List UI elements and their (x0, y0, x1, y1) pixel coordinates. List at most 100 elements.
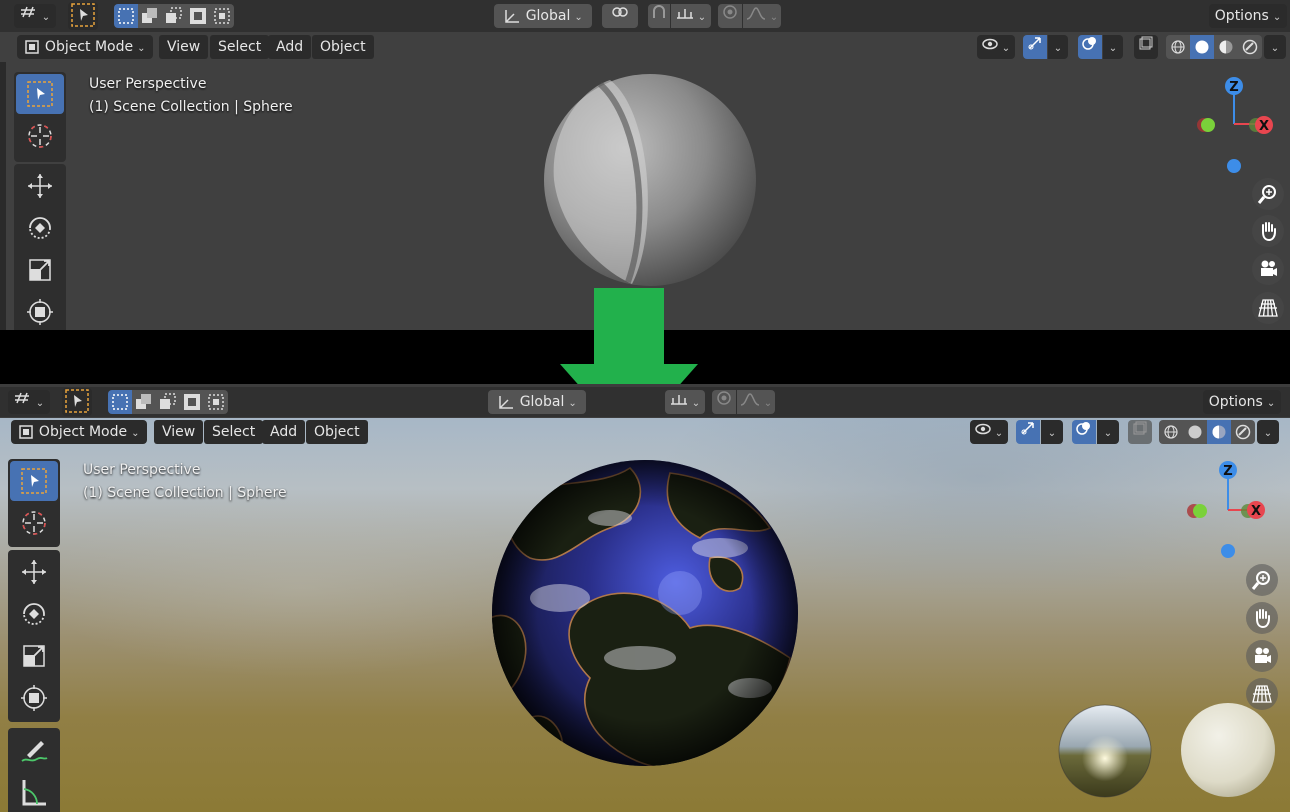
gizmo-toggle-button[interactable] (1023, 35, 1047, 59)
zoom-button[interactable] (1246, 564, 1278, 596)
transform-orientation-dropdown[interactable]: Global ⌄ (494, 4, 592, 28)
select-mode-set-button[interactable] (108, 390, 132, 414)
shading-material-button[interactable] (1214, 35, 1238, 59)
object-mode-dropdown[interactable]: Object Mode ⌄ (11, 420, 147, 444)
select-mode-extend-button[interactable] (138, 4, 162, 28)
tool-move[interactable] (10, 552, 58, 592)
falloff-dropdown[interactable]: ⌄ (743, 4, 781, 28)
pivot-point-dropdown[interactable] (602, 4, 638, 28)
overlays-toggle-button[interactable] (1072, 420, 1096, 444)
proportional-edit-button[interactable] (712, 390, 736, 414)
shading-solid-button[interactable] (1190, 35, 1214, 59)
shading-dropdown[interactable]: ⌄ (1264, 35, 1286, 59)
tool-cursor[interactable] (10, 503, 58, 543)
navigation-gizmo[interactable]: Z X (1190, 72, 1282, 182)
tool-rotate[interactable] (16, 208, 64, 248)
overlays-toggle-button[interactable] (1078, 35, 1102, 59)
select-mode-subtract-button[interactable] (156, 390, 180, 414)
visibility-dropdown[interactable]: ⌄ (970, 420, 1008, 444)
pan-button[interactable] (1252, 215, 1284, 247)
tool-scale[interactable] (10, 636, 58, 676)
axis-y-handle[interactable] (1201, 118, 1215, 132)
transform-orientation-dropdown[interactable]: Global ⌄ (488, 390, 586, 414)
camera-view-button[interactable] (1252, 253, 1284, 285)
options-dropdown[interactable]: Options ⌄ (1203, 390, 1281, 414)
select-mode-invert-button[interactable] (180, 390, 204, 414)
tweak-tool-button[interactable] (62, 388, 92, 416)
menu-add[interactable]: Add (262, 420, 306, 444)
menu-object[interactable]: Object (306, 420, 368, 444)
options-dropdown[interactable]: Options ⌄ (1209, 4, 1287, 28)
xray-toggle-button[interactable] (1134, 35, 1158, 59)
menu-view[interactable]: View (154, 420, 204, 444)
material-sphere-icon (1212, 425, 1226, 439)
tool-transform[interactable] (16, 292, 64, 330)
viewport-header: ⌄ Global ⌄ ⌄ ⌄ Options ⌄ (0, 387, 1290, 417)
select-invert-icon (184, 394, 200, 410)
select-mode-set-button[interactable] (114, 4, 138, 28)
select-mode-intersect-button[interactable] (210, 4, 234, 28)
tool-measure[interactable] (10, 772, 58, 812)
menu-add[interactable]: Add (268, 35, 312, 59)
axis-negz-handle[interactable] (1221, 544, 1235, 558)
shading-material-button[interactable] (1207, 420, 1231, 444)
tool-select-box[interactable] (10, 461, 58, 501)
gizmo-dropdown[interactable]: ⌄ (1041, 420, 1063, 444)
pan-button[interactable] (1246, 602, 1278, 634)
sphere-object[interactable] (540, 70, 762, 292)
select-extend-icon (136, 394, 151, 409)
falloff-dropdown[interactable]: ⌄ (737, 390, 775, 414)
menu-select[interactable]: Select (204, 420, 264, 444)
visibility-dropdown[interactable]: ⌄ (977, 35, 1015, 59)
gizmo-dropdown[interactable]: ⌄ (1048, 35, 1068, 59)
gizmo-toggle-button[interactable] (1016, 420, 1040, 444)
menu-select[interactable]: Select (210, 35, 270, 59)
tool-transform[interactable] (10, 678, 58, 718)
tool-scale[interactable] (16, 250, 64, 290)
overlays-dropdown[interactable]: ⌄ (1097, 420, 1119, 444)
transform-icon (27, 299, 53, 325)
bottom-viewport[interactable]: ⌄ Global ⌄ ⌄ ⌄ Options ⌄ Object Mode ⌄ View… (0, 384, 1290, 812)
menu-object[interactable]: Object (312, 35, 374, 59)
tool-select-box[interactable] (16, 74, 64, 114)
menu-view[interactable]: View (159, 35, 209, 59)
object-mode-dropdown[interactable]: Object Mode ⌄ (17, 35, 153, 59)
axis-z-label: Z (1223, 464, 1232, 479)
tool-annotate[interactable] (10, 730, 58, 770)
navigation-gizmo[interactable]: Z X (1184, 460, 1276, 570)
camera-view-button[interactable] (1246, 640, 1278, 672)
snap-increment-icon (670, 395, 687, 405)
tool-move[interactable] (16, 166, 64, 206)
zoom-button[interactable] (1252, 178, 1284, 210)
axis-negz-handle[interactable] (1227, 159, 1241, 173)
editor-type-button[interactable]: ⌄ (8, 390, 50, 414)
snap-target-dropdown[interactable]: ⌄ (665, 390, 705, 414)
xray-toggle-button[interactable] (1128, 420, 1152, 444)
shading-dropdown[interactable]: ⌄ (1257, 420, 1279, 444)
axis-y-handle[interactable] (1193, 504, 1207, 518)
tweak-tool-button[interactable] (68, 2, 98, 30)
perspective-toggle-button[interactable] (1252, 292, 1284, 324)
editor-type-button[interactable]: ⌄ (14, 4, 56, 28)
shading-wireframe-button[interactable] (1159, 420, 1183, 444)
rotate-icon (23, 603, 45, 625)
overlays-dropdown[interactable]: ⌄ (1103, 35, 1123, 59)
shading-wireframe-button[interactable] (1166, 35, 1190, 59)
tool-rotate[interactable] (10, 594, 58, 634)
shading-solid-button[interactable] (1183, 420, 1207, 444)
proportional-edit-icon (717, 391, 731, 405)
select-mode-extend-button[interactable] (132, 390, 156, 414)
tool-cursor[interactable] (16, 116, 64, 156)
proportional-edit-button[interactable] (718, 4, 742, 28)
select-mode-invert-button[interactable] (186, 4, 210, 28)
snap-toggle-button[interactable] (648, 4, 670, 28)
snap-target-dropdown[interactable]: ⌄ (671, 4, 711, 28)
top-viewport[interactable]: ⌄ Global ⌄ ⌄ ⌄ Options ⌄ Object Mode ⌄ View… (0, 0, 1290, 330)
earth-sphere-object[interactable] (490, 458, 800, 768)
shading-rendered-button[interactable] (1238, 35, 1262, 59)
select-mode-intersect-button[interactable] (204, 390, 228, 414)
shading-rendered-button[interactable] (1231, 420, 1255, 444)
select-mode-subtract-button[interactable] (162, 4, 186, 28)
overlays-icon (1082, 37, 1096, 50)
move-icon (28, 174, 52, 198)
